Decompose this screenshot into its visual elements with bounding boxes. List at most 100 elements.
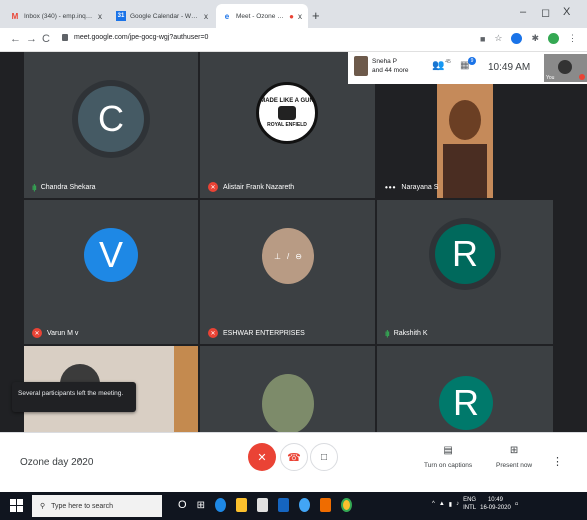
present-button[interactable]: ⊞ Present now: [496, 445, 532, 469]
captions-label: Turn on captions: [424, 462, 473, 469]
url-field[interactable]: meet.google.com/jpe-gocg-wgj?authuser=0: [62, 34, 208, 41]
participant-shirt: [443, 144, 487, 198]
lock-icon: [62, 34, 68, 41]
people-icon[interactable]: 👥: [432, 60, 444, 71]
profile-avatar[interactable]: [548, 33, 559, 44]
video-feed: ⊥ / ⊖: [262, 228, 314, 284]
self-label: You: [546, 75, 555, 81]
remove-icon[interactable]: ⊖: [295, 252, 302, 261]
tab-meet[interactable]: e Meet - Ozone day 2020 ● x: [216, 4, 308, 28]
taskbar-date: 16-09-2020: [480, 505, 511, 511]
calendar-icon: 31: [116, 11, 126, 21]
close-tab-icon[interactable]: x: [204, 12, 208, 21]
mic-off-icon: ✕: [208, 182, 218, 192]
taskbar-apps: O ⊞: [178, 498, 352, 512]
minimize-button[interactable]: –: [520, 6, 526, 18]
meet-icon: e: [224, 11, 230, 21]
participant-tile-varun[interactable]: V ✕ Varun M v: [24, 200, 198, 344]
forward-button[interactable]: →: [26, 33, 37, 45]
taskbar-time: 10:49: [487, 497, 503, 503]
participant-tile-chandra[interactable]: C ı|ı Chandra Shekara: [24, 52, 198, 198]
close-tab-icon[interactable]: x: [298, 12, 302, 21]
language-indicator[interactable]: ENG INTL: [463, 496, 476, 512]
edge-icon[interactable]: [214, 498, 226, 512]
extensions-puzzle-icon[interactable]: ✱: [531, 33, 539, 44]
video-feed: [262, 374, 314, 432]
avatar: R: [439, 376, 493, 430]
recording-indicator-icon: ●: [289, 11, 294, 21]
speaking-indicator-icon: ı|ı: [385, 329, 390, 338]
mic-off-icon: ✕: [32, 328, 42, 338]
participant-tile-rakshith[interactable]: R ı|ı Rakshith K: [377, 200, 553, 344]
participant-tile-r[interactable]: R: [377, 346, 553, 432]
network-icon[interactable]: ▲: [439, 501, 445, 507]
more-options-button[interactable]: ⋮: [552, 455, 563, 468]
reload-button[interactable]: C: [42, 33, 50, 45]
video-grid: C ı|ı Chandra Shekara MADE LIKE A GUN RO…: [0, 52, 587, 432]
close-window-button[interactable]: X: [563, 6, 570, 18]
tab-gmail[interactable]: M Inbox (340) - emp.inqp@gmail.c x: [4, 4, 108, 28]
store-icon[interactable]: [256, 498, 268, 512]
people-count: 45: [445, 59, 451, 65]
battery-icon[interactable]: ▮: [449, 501, 452, 508]
bookmark-star-icon[interactable]: ☆: [494, 33, 502, 44]
extension-icon[interactable]: [511, 33, 523, 44]
leave-call-button[interactable]: ☎: [280, 443, 308, 471]
captions-button[interactable]: ▤ Turn on captions: [424, 445, 472, 469]
show-hidden-icons[interactable]: ^: [432, 501, 435, 507]
tab-calendar[interactable]: 31 Google Calendar - Wednesday, 1 x: [110, 4, 214, 28]
chrome-icon[interactable]: [340, 498, 352, 512]
meeting-name[interactable]: Ozone day 2020: [20, 457, 93, 468]
file-explorer-icon[interactable]: [235, 498, 247, 512]
participant-name: ESHWAR ENTERPRISES: [223, 329, 305, 337]
present-label: Present now: [496, 462, 533, 469]
back-button[interactable]: ←: [10, 33, 21, 45]
mute-participant-icon[interactable]: /: [287, 252, 289, 261]
pin-icon[interactable]: ⊥: [274, 252, 281, 261]
tab-title: Google Calendar - Wednesday, 1: [130, 12, 200, 20]
mail-icon[interactable]: [277, 498, 289, 512]
search-icon: ⚲: [40, 503, 46, 510]
office-icon[interactable]: [319, 498, 331, 512]
settings-icon[interactable]: [298, 498, 310, 512]
region-text: INTL: [463, 505, 477, 511]
taskbar-search-box[interactable]: ⚲ Type here to search: [32, 495, 162, 517]
avatar: C: [78, 86, 144, 152]
participant-name: Rakshith K: [393, 330, 428, 337]
participant-name: Narayana S: [401, 184, 439, 191]
self-view[interactable]: You: [544, 54, 587, 82]
volume-icon[interactable]: ♪: [456, 501, 459, 507]
participants-first: Sneha P: [372, 58, 397, 65]
chat-badge: 9: [468, 57, 476, 65]
browser-menu-icon[interactable]: ⋮: [568, 33, 577, 44]
windows-start-button[interactable]: [10, 499, 24, 513]
close-tab-icon[interactable]: x: [98, 12, 102, 21]
participant-tile-eshwar[interactable]: ⊥ / ⊖ ✕ ESHWAR ENTERPRISES: [200, 200, 375, 344]
camera-toggle-button[interactable]: □: [310, 443, 338, 471]
notifications-icon[interactable]: ▫: [515, 499, 519, 510]
extension-icons: ■ ☆ ✱ ⋮: [480, 33, 577, 44]
address-bar: ← → C meet.google.com/jpe-gocg-wgj?authu…: [0, 28, 587, 52]
gmail-icon: M: [11, 11, 19, 21]
participant-name: Alistair Frank Nazareth: [223, 183, 295, 191]
taskbar-clock[interactable]: 10:49 16-09-2020: [480, 496, 511, 512]
chevron-up-icon[interactable]: ^: [78, 457, 82, 467]
task-view-icon[interactable]: ⊞: [197, 500, 205, 511]
new-tab-button[interactable]: +: [312, 8, 320, 23]
tab-title: Inbox (340) - emp.inqp@gmail.c: [24, 12, 94, 20]
camera-permission-icon[interactable]: ■: [480, 34, 485, 44]
royal-enfield-logo: MADE LIKE A GUN ROYAL ENFIELD: [256, 82, 318, 144]
captions-icon: ▤: [443, 445, 453, 456]
tile-hover-controls: ⊥ / ⊖: [274, 252, 302, 261]
tile-label: ✕ ESHWAR ENTERPRISES: [208, 328, 305, 338]
mic-toggle-button[interactable]: ✕: [248, 443, 276, 471]
participant-tile-narayana[interactable]: ••• Narayana S: [377, 84, 553, 198]
participant-tile-building[interactable]: [200, 346, 375, 432]
meet-header: Sneha P and 44 more 👥 45 ▦ 9 10:49 AM Yo…: [348, 52, 587, 84]
meeting-controls-bar: Ozone day 2020 ^ ✕ ☎ □ ▤ Turn on caption…: [0, 432, 587, 492]
lang-text: ENG: [463, 497, 477, 503]
more-options-icon[interactable]: •••: [385, 183, 396, 192]
cortana-icon[interactable]: O: [178, 499, 187, 511]
participants-more: and 44 more: [372, 67, 409, 74]
maximize-button[interactable]: ◻: [541, 6, 550, 19]
